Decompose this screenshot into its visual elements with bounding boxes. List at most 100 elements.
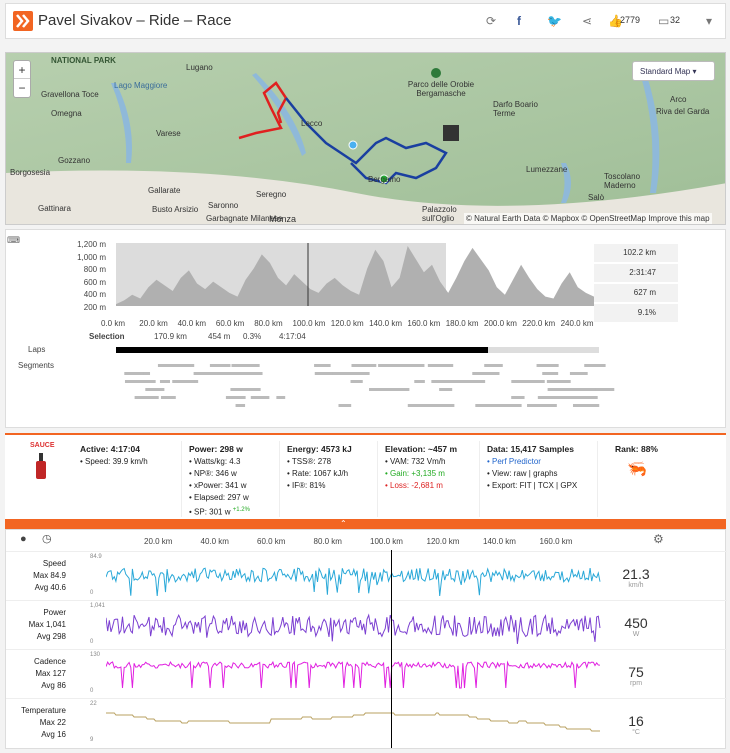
- segment-bar: [475, 404, 512, 407]
- stream-unit: rpm: [629, 680, 643, 687]
- facebook-icon[interactable]: f: [517, 14, 521, 28]
- collapse-bar[interactable]: ⌃: [5, 519, 726, 529]
- power-title: Power: 298 w: [189, 444, 243, 454]
- chevron-up-icon: ⌃: [340, 519, 347, 528]
- x-tick-label: 240.0 km: [560, 319, 594, 328]
- y-tick-label: 600 m: [83, 277, 106, 287]
- segment-bar: [338, 404, 352, 407]
- stats-summary: SAUCE Active: 4:17:04 • Speed: 39.9 km/h…: [5, 433, 726, 521]
- stream-row-power[interactable]: Power Max 1,041 Avg 298 1,041 0 450 W: [6, 600, 727, 648]
- stream-name: Temperature: [21, 706, 66, 715]
- x-tick-label: 140.0 km: [369, 319, 402, 328]
- segment-bar: [350, 380, 361, 383]
- route-map[interactable]: NATIONAL PARK Lugano Lago Maggiore Grave…: [5, 52, 726, 225]
- y-tick-label: 400 m: [83, 290, 106, 299]
- segment-bar: [161, 396, 176, 399]
- twitter-icon[interactable]: 🐦: [547, 14, 562, 28]
- x-tick-label: 0.0 km: [101, 319, 126, 328]
- segment-bar: [414, 380, 425, 383]
- stream-x-tick: 120.0 km: [426, 537, 460, 546]
- energy-title: Energy: 4573 kJ: [287, 444, 352, 454]
- map-label: Toscolano Maderno: [604, 172, 641, 190]
- zoom-in-button[interactable]: +: [14, 61, 30, 79]
- map-attribution[interactable]: © Natural Earth Data © Mapbox © OpenStre…: [464, 213, 712, 224]
- divider: [181, 441, 182, 517]
- map-label: Parco delle Orobie Bergamasche: [407, 80, 475, 98]
- active-title: Active: 4:17:04: [80, 444, 141, 454]
- comment-count[interactable]: 32: [670, 15, 680, 25]
- segment-bar: [314, 364, 331, 367]
- stream-row-cadence[interactable]: Cadence Max 127 Avg 86 130 0 75 rpm: [6, 649, 727, 697]
- selection-value: 4:17:04: [279, 332, 306, 341]
- segment-bar: [145, 388, 165, 391]
- laps-label: Laps: [28, 345, 46, 354]
- map-label: Monza: [269, 214, 297, 224]
- rank-stats: Rank: 88%: [615, 443, 658, 456]
- stream-current: 21.3 km/h: [611, 566, 661, 589]
- strava-chevron-icon[interactable]: [13, 11, 33, 31]
- gear-icon[interactable]: ⚙: [653, 532, 664, 546]
- segment-bar: [472, 372, 500, 375]
- divider: [377, 441, 378, 517]
- zoom-out-button[interactable]: −: [14, 79, 30, 97]
- stream-label: Power Max 1,041 Avg 298: [12, 607, 66, 643]
- laps-bar[interactable]: [116, 347, 599, 353]
- map-label: NATIONAL PARK: [51, 56, 116, 65]
- segments-track[interactable]: [6, 361, 727, 421]
- map-label: Lugano: [186, 63, 213, 72]
- share-icon[interactable]: ⋖: [582, 14, 592, 28]
- map-label: Seregno: [256, 190, 287, 199]
- x-tick-label: 60.0 km: [215, 319, 245, 328]
- export-links[interactable]: • Export: FIT | TCX | GPX: [487, 481, 577, 490]
- stream-x-tick: 100.0 km: [370, 537, 403, 546]
- power-item: • NP®: 346 w: [189, 469, 237, 478]
- segment-bar: [546, 380, 571, 383]
- stream-value: 16: [628, 713, 644, 729]
- stream-label: Cadence Max 127 Avg 86: [12, 656, 66, 692]
- streams-panel: ● ◷ ⚙ 20.0 km 40.0 km 60.0 km 80.0 km 100.0 …: [5, 529, 727, 749]
- stream-line: [106, 613, 601, 644]
- stream-ybot: 0: [90, 590, 94, 596]
- y-tick-label: 200 m: [83, 302, 106, 312]
- refresh-icon[interactable]: ⟳: [486, 14, 496, 28]
- loss-stat: • Loss: -2,681 m: [385, 481, 443, 490]
- map-type-label: Standard Map: [640, 67, 691, 76]
- x-tick-label: 40.0 km: [177, 319, 207, 328]
- speed-stat: • Speed: 39.9 km/h: [80, 457, 148, 466]
- location-pin-icon[interactable]: ●: [20, 533, 27, 545]
- chevron-down-icon[interactable]: ▾: [706, 14, 712, 28]
- segment-bar: [427, 364, 440, 367]
- vam-stat: • VAM: 732 Vm/h: [385, 457, 446, 466]
- map-label: Saronno: [208, 201, 239, 210]
- segment-bar: [172, 380, 195, 383]
- map-label: Palazzolo sull'Oglio: [422, 205, 457, 223]
- stream-x-tick: 80.0 km: [313, 537, 342, 546]
- x-tick-label: 20.0 km: [139, 319, 168, 328]
- stream-unit: km/h: [628, 582, 644, 589]
- perf-predictor-link[interactable]: • Perf Predictor: [487, 457, 541, 466]
- kudos-count[interactable]: 2779: [620, 15, 640, 25]
- map-type-select[interactable]: Standard Map ▾: [632, 61, 715, 81]
- stream-row-temperature[interactable]: Temperature Max 22 Avg 16 22 9 16 °C: [6, 698, 727, 746]
- stream-max: Max 84.9: [33, 571, 66, 580]
- stream-avg: Avg 40.6: [34, 583, 66, 592]
- sp-delta: +1.2%: [232, 507, 250, 513]
- power-item: • SP: 301 w: [189, 507, 231, 517]
- view-links[interactable]: • View: raw | graphs: [487, 469, 558, 478]
- stream-name: Speed: [42, 559, 66, 568]
- power-item: • Elapsed: 297 w: [189, 493, 249, 502]
- rank-badge-icon: 🦐: [627, 461, 647, 478]
- stream-line: [106, 567, 601, 597]
- segment-bar: [222, 372, 242, 375]
- y-tick-label: 800 m: [83, 265, 106, 274]
- elevation-stat: 2:31:47: [594, 264, 678, 282]
- segment-bar: [378, 364, 397, 367]
- clock-icon[interactable]: ◷: [42, 532, 52, 545]
- stream-row-speed[interactable]: Speed Max 84.9 Avg 40.6 84.9 0 21.3 km/h: [6, 551, 727, 599]
- comment-icon[interactable]: ▭: [658, 14, 669, 28]
- elevation-stat: 627 m: [594, 284, 678, 302]
- stream-unit: °C: [632, 729, 640, 736]
- selection-label: Selection: [89, 332, 125, 341]
- segment-bar: [276, 396, 286, 399]
- x-tick-label: 200.0 km: [484, 319, 517, 328]
